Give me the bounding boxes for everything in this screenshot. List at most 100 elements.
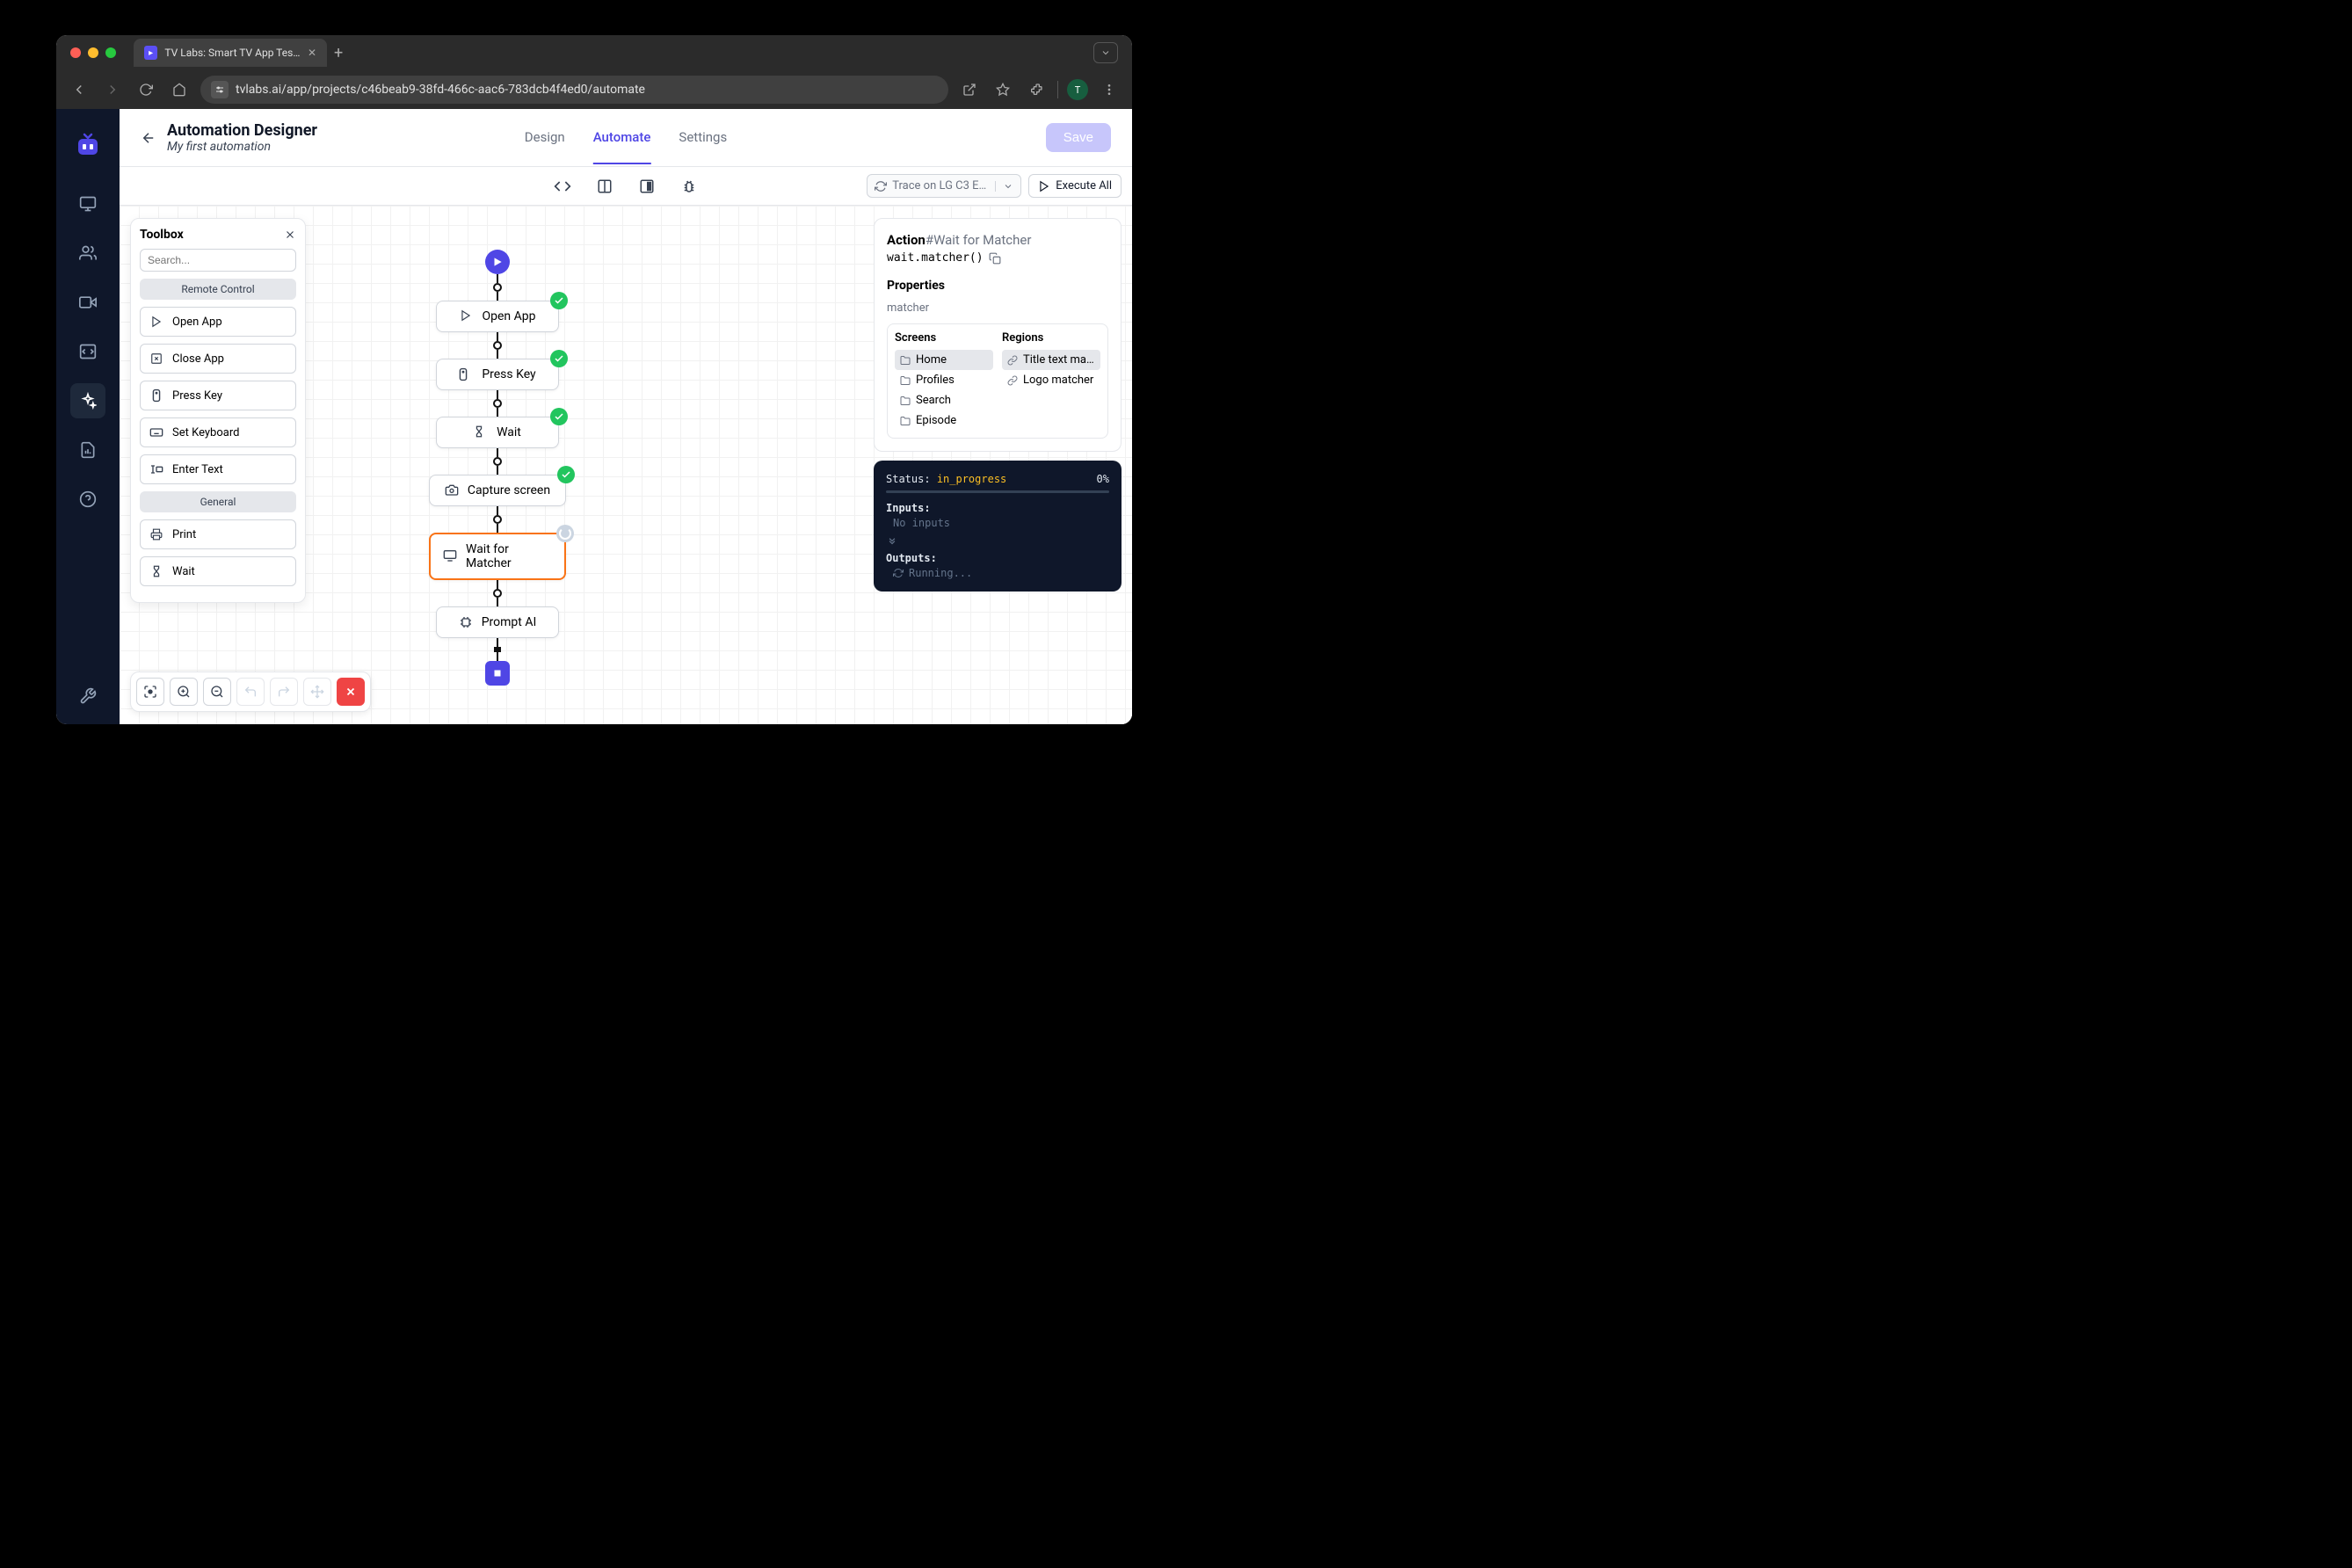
progress-bar <box>886 490 1109 493</box>
inputs-label: Inputs: <box>886 502 1109 514</box>
print-icon <box>149 527 163 541</box>
sidenav-sparkles-icon[interactable] <box>70 383 105 418</box>
open-external-icon[interactable] <box>957 77 982 102</box>
toolbox-item-enter-text[interactable]: Enter Text <box>140 454 296 484</box>
expand-toggle-icon[interactable] <box>886 534 1109 547</box>
flow-node-wait-for-matcher[interactable]: Wait for Matcher <box>429 533 566 580</box>
toolbox-group-remote: Remote Control <box>140 279 296 300</box>
window-minimize[interactable] <box>88 47 98 58</box>
monitor-icon <box>443 549 457 563</box>
app-header: Automation Designer My first automation … <box>120 109 1132 167</box>
status-percent: 0% <box>1097 473 1109 485</box>
trace-label: Trace on LG C3 E… <box>892 179 986 192</box>
sidenav-tools-icon[interactable] <box>70 679 105 714</box>
trace-select[interactable]: Trace on LG C3 E… <box>867 174 1021 198</box>
copy-icon[interactable] <box>989 252 1001 265</box>
screen-item-profiles[interactable]: Profiles <box>895 370 993 390</box>
flow-start-node[interactable] <box>485 250 510 274</box>
url-field[interactable]: tvlabs.ai/app/projects/c46beab9-38fd-466… <box>200 76 948 104</box>
toolbox-search-input[interactable] <box>140 249 296 272</box>
toolbar-code-icon[interactable] <box>554 178 571 195</box>
status-success-icon <box>557 466 575 483</box>
sidenav-monitor-icon[interactable] <box>70 186 105 221</box>
running-label: Running... <box>909 567 972 579</box>
browser-menu-icon[interactable] <box>1097 77 1122 102</box>
browser-tab[interactable]: ▸ TV Labs: Smart TV App Testi… ✕ <box>134 39 327 67</box>
nav-reload-icon[interactable] <box>134 77 158 102</box>
flow-end-node[interactable] <box>485 661 510 686</box>
tab-design[interactable]: Design <box>525 112 565 164</box>
canvas[interactable]: Toolbox Remote Control Open App C <box>120 206 1132 724</box>
header-tabs: Design Automate Settings <box>525 112 727 164</box>
zoom-out-icon[interactable] <box>203 678 231 706</box>
play-icon <box>149 315 163 329</box>
header-back-icon[interactable] <box>141 130 156 146</box>
toolbar-bug-icon[interactable] <box>680 178 698 195</box>
flow-node-wait[interactable]: Wait <box>436 417 559 448</box>
inputs-value: No inputs <box>886 517 1109 529</box>
folder-icon <box>900 416 911 426</box>
nav-home-icon[interactable] <box>167 77 192 102</box>
move-icon <box>303 678 331 706</box>
tab-automate[interactable]: Automate <box>593 112 651 164</box>
tab-close-icon[interactable]: ✕ <box>308 47 316 59</box>
toolbox-group-general: General <box>140 491 296 512</box>
folder-icon <box>900 375 911 386</box>
toolbox-item-print[interactable]: Print <box>140 519 296 549</box>
sidenav-users-icon[interactable] <box>70 236 105 271</box>
delete-icon[interactable] <box>337 678 365 706</box>
toolbar-panel-icon[interactable] <box>638 178 656 195</box>
brand-logo-icon[interactable] <box>72 130 104 162</box>
toolbox-item-open-app[interactable]: Open App <box>140 307 296 337</box>
fit-view-icon[interactable] <box>136 678 164 706</box>
zoom-in-icon[interactable] <box>170 678 198 706</box>
window-maximize[interactable] <box>105 47 116 58</box>
sidenav-code-icon[interactable] <box>70 334 105 369</box>
flow-node-open-app[interactable]: Open App <box>436 301 559 332</box>
flow-node-prompt-ai[interactable]: Prompt AI <box>436 606 559 638</box>
screen-item-home[interactable]: Home <box>895 350 993 370</box>
toolbox-item-wait[interactable]: Wait <box>140 556 296 586</box>
toolbox-item-set-keyboard[interactable]: Set Keyboard <box>140 417 296 447</box>
flow-node-press-key[interactable]: Press Key <box>436 359 559 390</box>
sidenav-help-icon[interactable] <box>70 482 105 517</box>
screen-item-search[interactable]: Search <box>895 390 993 410</box>
toolbox-item-close-app[interactable]: Close App <box>140 344 296 374</box>
status-pending-icon <box>556 525 574 542</box>
camera-icon <box>445 483 459 497</box>
traffic-lights <box>70 47 116 58</box>
new-tab-button[interactable]: + <box>334 44 343 62</box>
action-hash: #Wait for Matcher <box>926 232 1032 248</box>
window-menu-icon[interactable] <box>1093 42 1118 63</box>
toolbox-close-icon[interactable] <box>284 229 296 241</box>
folder-icon <box>900 396 911 406</box>
execute-all-button[interactable]: Execute All <box>1028 174 1122 198</box>
play-icon <box>1038 180 1050 192</box>
site-settings-icon[interactable] <box>211 81 229 98</box>
sidenav-report-icon[interactable] <box>70 432 105 468</box>
nav-back-icon[interactable] <box>67 77 91 102</box>
toolbar-split-icon[interactable] <box>596 178 613 195</box>
save-button[interactable]: Save <box>1046 123 1111 152</box>
screen-item-episode[interactable]: Episode <box>895 410 993 431</box>
action-title: Action <box>887 232 926 248</box>
status-success-icon <box>550 408 568 425</box>
screens-col-title: Screens <box>895 331 993 345</box>
extensions-icon[interactable] <box>1024 77 1049 102</box>
region-item-title-text[interactable]: Title text ma… <box>1002 350 1100 370</box>
properties-title: Properties <box>887 279 1108 293</box>
text-cursor-icon <box>149 462 163 476</box>
chevron-down-icon <box>1003 181 1013 192</box>
toolbox-item-press-key[interactable]: Press Key <box>140 381 296 410</box>
flow-node-capture-screen[interactable]: Capture screen <box>429 475 566 506</box>
toolbox-title: Toolbox <box>140 228 184 242</box>
profile-avatar[interactable]: T <box>1067 79 1088 100</box>
status-value: in_progress <box>937 473 1006 485</box>
tab-settings[interactable]: Settings <box>679 112 727 164</box>
region-item-logo-matcher[interactable]: Logo matcher <box>1002 370 1100 390</box>
close-square-icon <box>149 352 163 366</box>
window-close[interactable] <box>70 47 81 58</box>
sidenav-video-icon[interactable] <box>70 285 105 320</box>
remote-icon <box>149 388 163 403</box>
bookmark-icon[interactable] <box>991 77 1015 102</box>
